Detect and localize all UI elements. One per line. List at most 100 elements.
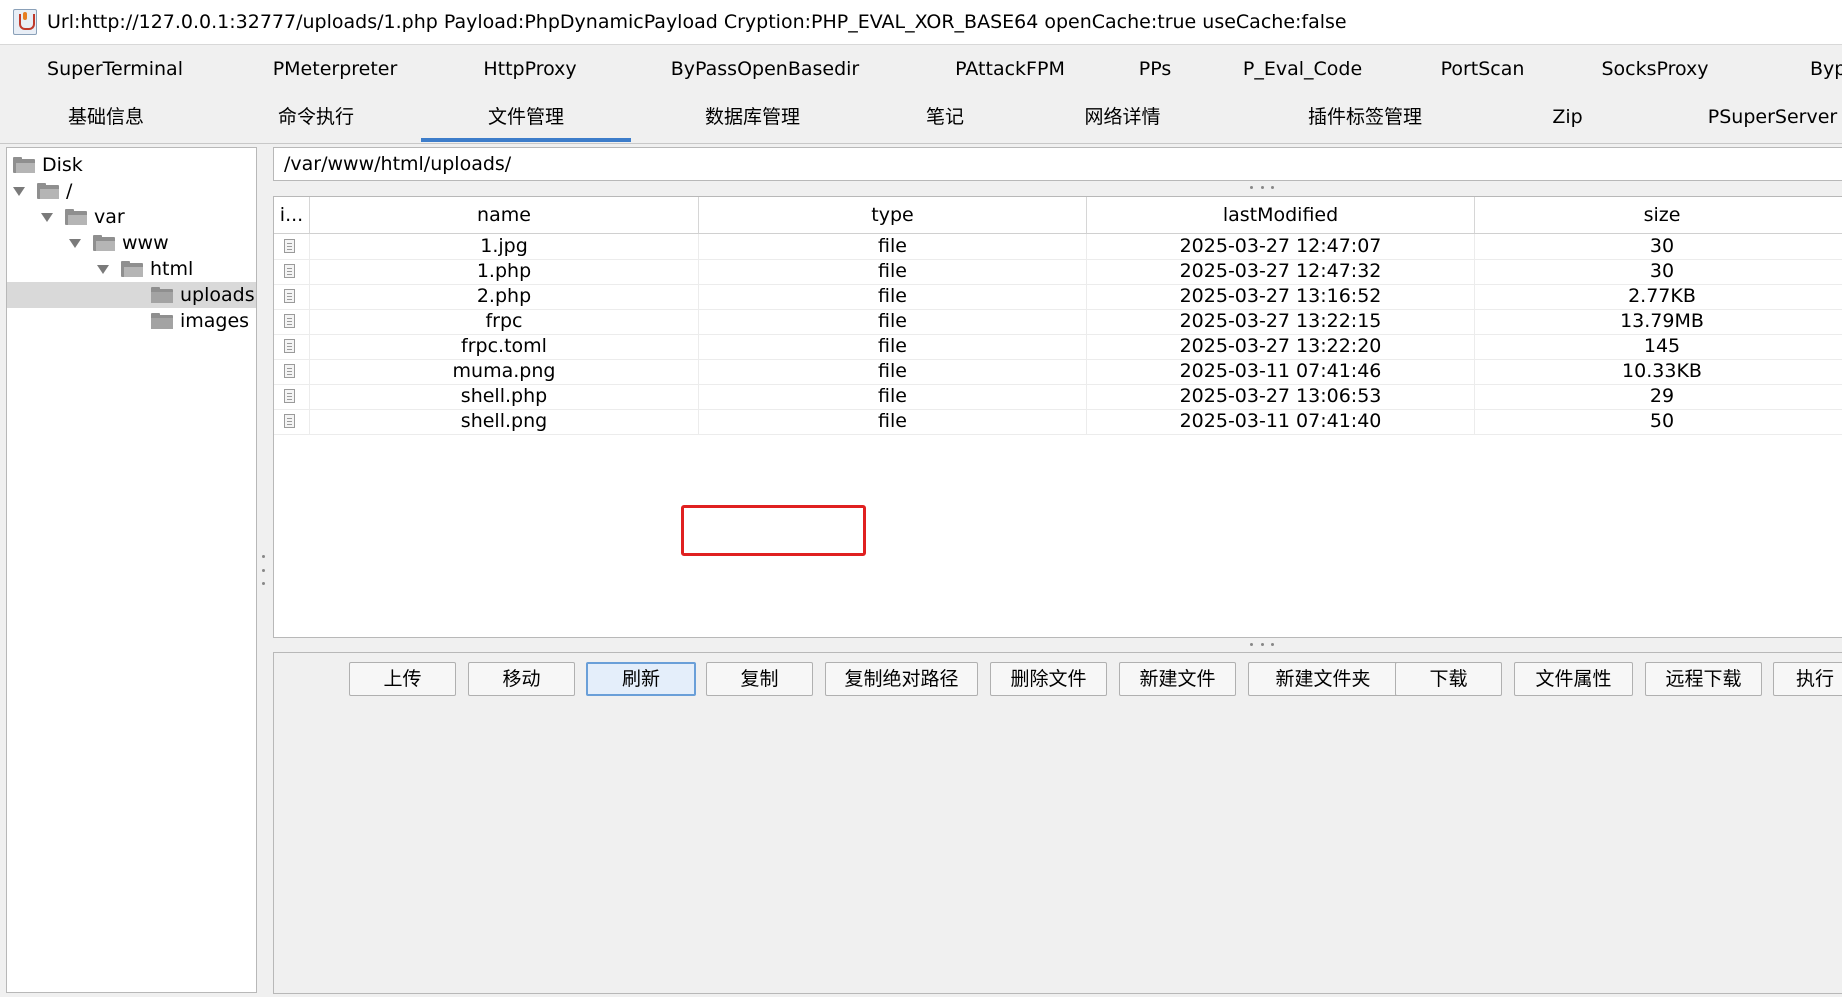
tab-plugin-tags[interactable]: 插件标签管理 [1290, 94, 1440, 142]
tab-portscan[interactable]: PortScan [1425, 46, 1540, 94]
column-header-type[interactable]: type [699, 197, 1087, 233]
cell-size: 2.77KB [1628, 285, 1696, 307]
cell-type: file [699, 284, 1087, 309]
cell-lastmodified: 2025-03-27 13:22:20 [1087, 334, 1475, 359]
tab-pps[interactable]: PPs [1120, 46, 1190, 94]
tree-node-label: Disk [42, 154, 83, 176]
execute-button[interactable]: 执行 [1773, 662, 1842, 696]
table-row[interactable]: muma.png file 2025-03-11 07:41:46 10.33KB [274, 359, 1842, 385]
tab-network-details[interactable]: 网络详情 [1070, 94, 1175, 142]
cell-lastmodified: 2025-03-11 07:41:40 [1087, 409, 1475, 434]
cell-lastmodified: 2025-03-27 12:47:32 [1087, 259, 1475, 284]
window-titlebar: Url:http://127.0.0.1:32777/uploads/1.php… [0, 0, 1842, 45]
delete-file-button[interactable]: 删除文件 [990, 662, 1107, 696]
column-header-name[interactable]: name [310, 197, 699, 233]
copy-button[interactable]: 复制 [706, 662, 813, 696]
expand-arrow-icon[interactable] [13, 186, 25, 196]
cell-type: file [699, 259, 1087, 284]
tab-zip[interactable]: Zip [1530, 94, 1605, 142]
java-cup-icon [13, 9, 37, 35]
tab-httpproxy[interactable]: HttpProxy [460, 46, 600, 94]
tab-basic-info[interactable]: 基础信息 [50, 94, 162, 142]
path-input[interactable]: /var/www/html/uploads/ [273, 147, 1842, 181]
tab-bypass-partial[interactable]: Byp [1810, 46, 1842, 94]
tree-node-disk[interactable]: Disk [13, 152, 83, 178]
tab-command-exec[interactable]: 命令执行 [262, 94, 370, 142]
tree-node-root[interactable]: / [13, 178, 72, 204]
folder-open-icon [65, 209, 87, 225]
folder-icon [151, 287, 173, 303]
tab-p-eval-code[interactable]: P_Eval_Code [1230, 46, 1375, 94]
column-header-size[interactable]: size [1475, 197, 1842, 233]
tab-socksproxy[interactable]: SocksProxy [1590, 46, 1720, 94]
cell-type: file [699, 309, 1087, 334]
file-icon [284, 239, 295, 253]
column-header-lastmodified[interactable]: lastModified [1087, 197, 1475, 233]
cell-type: file [699, 234, 1087, 259]
expand-arrow-icon[interactable] [97, 264, 109, 274]
tree-node-images[interactable]: images [151, 308, 249, 334]
vertical-splitter-grip[interactable] [260, 555, 266, 585]
file-cell-icon [274, 409, 310, 434]
highlight-annotation-box [681, 505, 866, 556]
cell-size: 29 [1649, 385, 1675, 407]
table-row[interactable]: 1.jpg file 2025-03-27 12:47:07 30 [274, 234, 1842, 260]
file-icon [284, 389, 295, 403]
tree-node-label: www [122, 232, 169, 254]
file-cell-icon [274, 234, 310, 259]
cell-name: shell.php [310, 384, 699, 409]
download-button[interactable]: 下载 [1395, 662, 1502, 696]
file-cell-icon [274, 309, 310, 334]
file-cell-icon [274, 359, 310, 384]
file-cell-icon [274, 384, 310, 409]
expand-arrow-icon[interactable] [69, 238, 81, 248]
folder-icon [151, 313, 173, 329]
tree-node-uploads[interactable]: uploads [7, 282, 256, 308]
table-header: i... name type lastModified size [274, 197, 1842, 234]
tree-node-html[interactable]: html [97, 256, 193, 282]
cell-type: file [699, 409, 1087, 434]
tab-superterminal[interactable]: SuperTerminal [30, 46, 200, 94]
tab-notes[interactable]: 笔记 [910, 94, 980, 142]
tree-node-label: uploads [180, 284, 255, 306]
tree-node-label: images [180, 310, 250, 332]
remote-download-button[interactable]: 远程下载 [1645, 662, 1762, 696]
horizontal-splitter-grip[interactable] [1250, 186, 1274, 190]
refresh-button[interactable]: 刷新 [586, 662, 696, 696]
file-properties-button[interactable]: 文件属性 [1514, 662, 1633, 696]
table-row[interactable]: 2.php file 2025-03-27 13:16:52 2.77KB [274, 284, 1842, 310]
folder-open-icon [13, 157, 35, 173]
table-row[interactable]: 1.php file 2025-03-27 12:47:32 30 [274, 259, 1842, 285]
tab-pattackfpm[interactable]: PAttackFPM [940, 46, 1080, 94]
cell-name: 1.jpg [310, 234, 699, 259]
tree-node-www[interactable]: www [69, 230, 169, 256]
file-cell-icon [274, 284, 310, 309]
tab-psuperserver[interactable]: PSuperServer [1700, 94, 1842, 142]
expand-arrow-icon[interactable] [41, 212, 53, 222]
cell-type: file [699, 334, 1087, 359]
new-folder-button[interactable]: 新建文件夹 [1248, 662, 1398, 696]
cell-name: frpc.toml [310, 334, 699, 359]
cell-lastmodified: 2025-03-27 13:06:53 [1087, 384, 1475, 409]
table-row[interactable]: frpc.toml file 2025-03-27 13:22:20 145 [274, 334, 1842, 360]
tab-bypassopenbasedir[interactable]: ByPassOpenBasedir [665, 46, 865, 94]
copy-absolute-path-button[interactable]: 复制绝对路径 [825, 662, 978, 696]
tree-node-var[interactable]: var [41, 204, 125, 230]
tab-file-manager[interactable]: 文件管理 [421, 94, 631, 142]
horizontal-splitter-grip[interactable] [1250, 643, 1274, 647]
table-row[interactable]: frpc file 2025-03-27 13:22:15 13.79MB [274, 309, 1842, 335]
upload-button[interactable]: 上传 [349, 662, 456, 696]
table-row[interactable]: shell.png file 2025-03-11 07:41:40 50 [274, 409, 1842, 435]
cell-name: 1.php [310, 259, 699, 284]
table-row[interactable]: shell.php file 2025-03-27 13:06:53 29 [274, 384, 1842, 410]
cell-size: 30 [1649, 235, 1675, 257]
tab-database-manager[interactable]: 数据库管理 [690, 94, 815, 142]
plugin-tab-row: SuperTerminal PMeterpreter HttpProxy ByP… [0, 46, 1842, 94]
tab-pmeterpreter[interactable]: PMeterpreter [255, 46, 415, 94]
column-header-icon[interactable]: i... [274, 197, 310, 233]
cell-lastmodified: 2025-03-11 07:41:46 [1087, 359, 1475, 384]
main-tab-row: 基础信息 命令执行 文件管理 数据库管理 笔记 网络详情 插件标签管理 Zip … [0, 94, 1842, 144]
move-button[interactable]: 移动 [468, 662, 575, 696]
new-file-button[interactable]: 新建文件 [1119, 662, 1236, 696]
cell-name: frpc [310, 309, 699, 334]
